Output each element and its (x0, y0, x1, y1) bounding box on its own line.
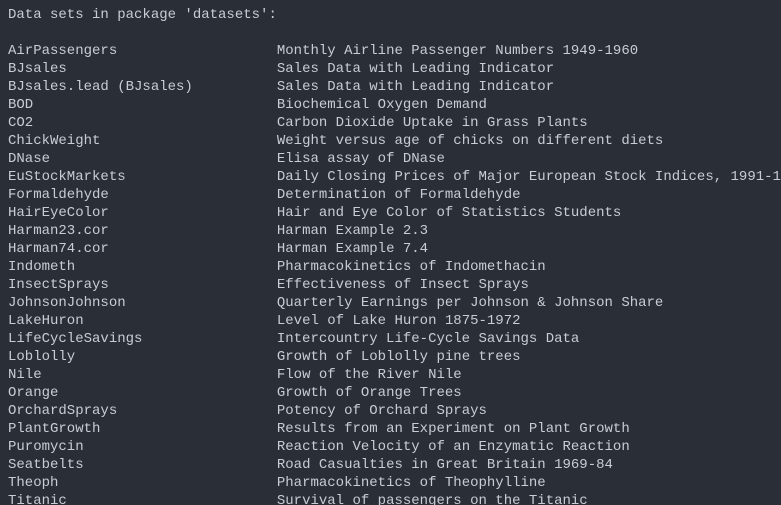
dataset-row: Formaldehyde Determination of Formaldehy… (8, 186, 773, 204)
dataset-name: JohnsonJohnson (8, 295, 126, 311)
dataset-list-viewport[interactable]: Data sets in package 'datasets': AirPasse… (0, 0, 781, 505)
dataset-description: Survival of passengers on the Titanic (277, 493, 588, 505)
dataset-description: Hair and Eye Color of Statistics Student… (277, 205, 621, 221)
dataset-row: Loblolly Growth of Loblolly pine trees (8, 348, 773, 366)
dataset-description: Harman Example 2.3 (277, 223, 428, 239)
dataset-row: Puromycin Reaction Velocity of an Enzyma… (8, 438, 773, 456)
dataset-row: PlantGrowth Results from an Experiment o… (8, 420, 773, 438)
dataset-description: Effectiveness of Insect Sprays (277, 277, 529, 293)
dataset-row: BJsales.lead (BJsales) Sales Data with L… (8, 78, 773, 96)
dataset-description: Biochemical Oxygen Demand (277, 97, 487, 113)
dataset-row: EuStockMarkets Daily Closing Prices of M… (8, 168, 773, 186)
dataset-description: Intercountry Life-Cycle Savings Data (277, 331, 579, 347)
dataset-name: Nile (8, 367, 42, 383)
dataset-name: Titanic (8, 493, 67, 505)
dataset-name: CO2 (8, 115, 33, 131)
dataset-description: Level of Lake Huron 1875-1972 (277, 313, 521, 329)
dataset-name: Puromycin (8, 439, 84, 455)
dataset-row: Orange Growth of Orange Trees (8, 384, 773, 402)
dataset-name: BOD (8, 97, 33, 113)
dataset-description: Potency of Orchard Sprays (277, 403, 487, 419)
dataset-name: AirPassengers (8, 43, 117, 59)
dataset-name: Seatbelts (8, 457, 84, 473)
dataset-description: Monthly Airline Passenger Numbers 1949-1… (277, 43, 638, 59)
dataset-row: Harman23.cor Harman Example 2.3 (8, 222, 773, 240)
dataset-description: Results from an Experiment on Plant Grow… (277, 421, 630, 437)
dataset-row: BOD Biochemical Oxygen Demand (8, 96, 773, 114)
dataset-row: AirPassengers Monthly Airline Passenger … (8, 42, 773, 60)
dataset-row: OrchardSprays Potency of Orchard Sprays (8, 402, 773, 420)
dataset-row: Harman74.cor Harman Example 7.4 (8, 240, 773, 258)
dataset-description: Daily Closing Prices of Major European S… (277, 169, 781, 185)
dataset-description: Determination of Formaldehyde (277, 187, 521, 203)
dataset-description: Growth of Loblolly pine trees (277, 349, 521, 365)
dataset-description: Harman Example 7.4 (277, 241, 428, 257)
dataset-name: Indometh (8, 259, 75, 275)
dataset-description: Elisa assay of DNase (277, 151, 445, 167)
dataset-row: Indometh Pharmacokinetics of Indomethaci… (8, 258, 773, 276)
dataset-name: InsectSprays (8, 277, 109, 293)
dataset-row: Theoph Pharmacokinetics of Theophylline (8, 474, 773, 492)
dataset-row: LakeHuron Level of Lake Huron 1875-1972 (8, 312, 773, 330)
dataset-description: Carbon Dioxide Uptake in Grass Plants (277, 115, 588, 131)
dataset-name: Harman23.cor (8, 223, 109, 239)
dataset-name: BJsales (8, 61, 67, 77)
listing-header: Data sets in package 'datasets': (8, 6, 773, 24)
dataset-name: ChickWeight (8, 133, 100, 149)
dataset-name: Harman74.cor (8, 241, 109, 257)
dataset-description: Reaction Velocity of an Enzymatic Reacti… (277, 439, 630, 455)
dataset-row: JohnsonJohnson Quarterly Earnings per Jo… (8, 294, 773, 312)
dataset-row: LifeCycleSavings Intercountry Life-Cycle… (8, 330, 773, 348)
dataset-name: Formaldehyde (8, 187, 109, 203)
dataset-description: Growth of Orange Trees (277, 385, 462, 401)
dataset-name: PlantGrowth (8, 421, 100, 437)
dataset-description: Pharmacokinetics of Indomethacin (277, 259, 546, 275)
dataset-name: HairEyeColor (8, 205, 109, 221)
dataset-description: Pharmacokinetics of Theophylline (277, 475, 546, 491)
dataset-row: ChickWeight Weight versus age of chicks … (8, 132, 773, 150)
dataset-name: OrchardSprays (8, 403, 117, 419)
dataset-name: Orange (8, 385, 58, 401)
dataset-description: Quarterly Earnings per Johnson & Johnson… (277, 295, 663, 311)
dataset-row: BJsales Sales Data with Leading Indicato… (8, 60, 773, 78)
dataset-description: Sales Data with Leading Indicator (277, 79, 554, 95)
dataset-row: Nile Flow of the River Nile (8, 366, 773, 384)
dataset-name: DNase (8, 151, 50, 167)
dataset-description: Weight versus age of chicks on different… (277, 133, 663, 149)
dataset-listing: Data sets in package 'datasets': AirPasse… (8, 6, 773, 505)
dataset-name: EuStockMarkets (8, 169, 126, 185)
dataset-name: LifeCycleSavings (8, 331, 142, 347)
dataset-description: Sales Data with Leading Indicator (277, 61, 554, 77)
dataset-name: Loblolly (8, 349, 75, 365)
dataset-row: HairEyeColor Hair and Eye Color of Stati… (8, 204, 773, 222)
dataset-name: BJsales.lead (BJsales) (8, 79, 193, 95)
dataset-description: Road Casualties in Great Britain 1969-84 (277, 457, 613, 473)
dataset-name: LakeHuron (8, 313, 84, 329)
dataset-description: Flow of the River Nile (277, 367, 462, 383)
dataset-row: DNase Elisa assay of DNase (8, 150, 773, 168)
dataset-row: CO2 Carbon Dioxide Uptake in Grass Plant… (8, 114, 773, 132)
dataset-name: Theoph (8, 475, 58, 491)
dataset-row: Titanic Survival of passengers on the Ti… (8, 492, 773, 505)
dataset-row: InsectSprays Effectiveness of Insect Spr… (8, 276, 773, 294)
dataset-row: Seatbelts Road Casualties in Great Brita… (8, 456, 773, 474)
